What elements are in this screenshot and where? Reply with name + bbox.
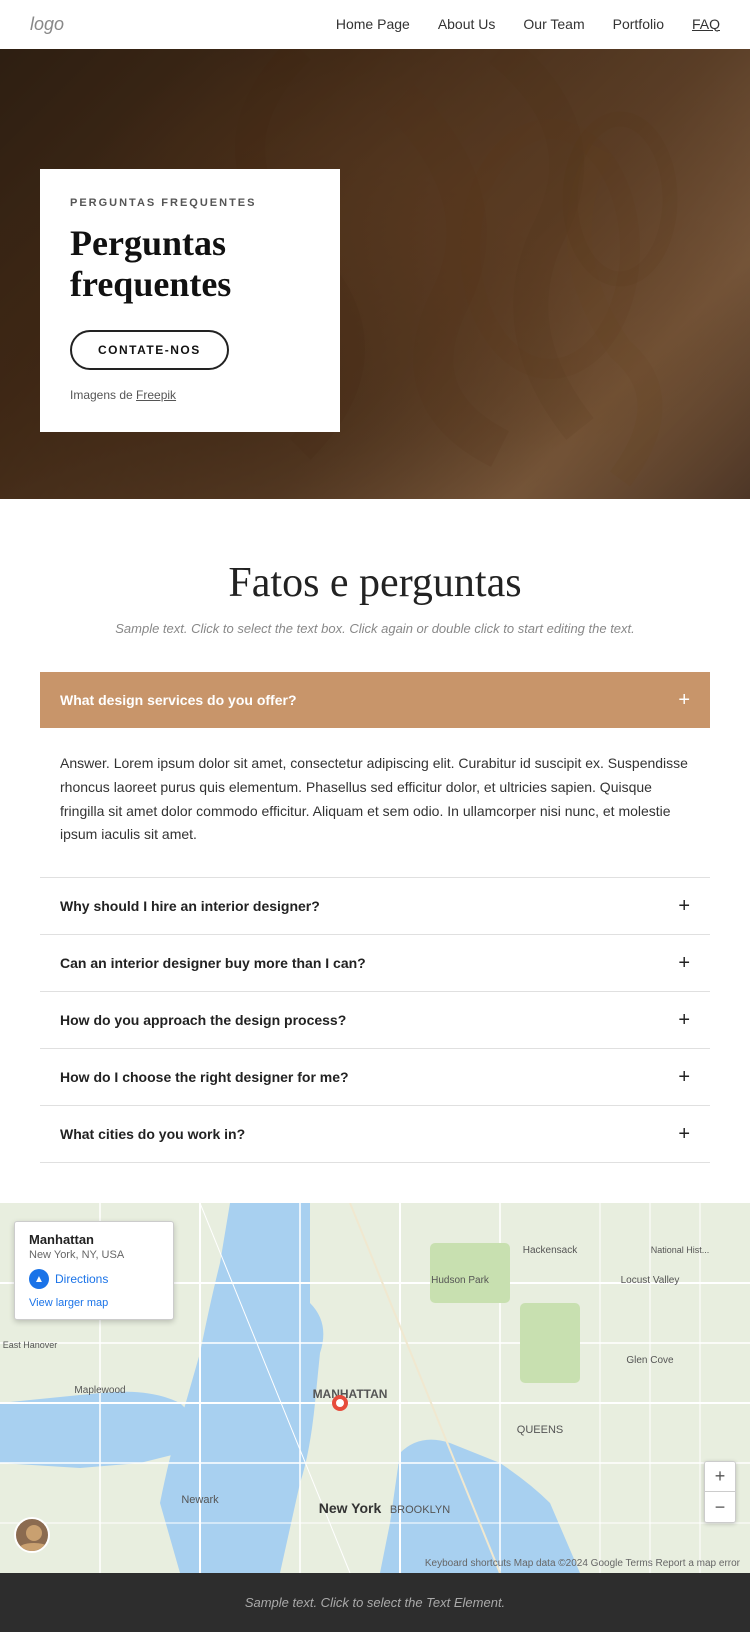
- street-view-avatar[interactable]: [14, 1517, 50, 1553]
- faq-question-5-text: How do I choose the right designer for m…: [60, 1069, 349, 1085]
- svg-text:Newark: Newark: [181, 1494, 219, 1506]
- nav-faq[interactable]: FAQ: [692, 16, 720, 32]
- contate-nos-button[interactable]: CONTATE-NOS: [70, 330, 229, 370]
- faq-item-4: How do you approach the design process? …: [40, 992, 710, 1049]
- hero-section: PERGUNTAS FREQUENTES Perguntas frequente…: [0, 49, 750, 499]
- faq-plus-5: +: [678, 1067, 690, 1087]
- map-popup: Manhattan New York, NY, USA ▲ Directions…: [14, 1221, 174, 1320]
- svg-text:QUEENS: QUEENS: [517, 1424, 563, 1436]
- faq-question-3-text: Can an interior designer buy more than I…: [60, 955, 366, 971]
- svg-text:MANHATTAN: MANHATTAN: [313, 1387, 388, 1401]
- nav-about[interactable]: About Us: [438, 16, 496, 32]
- place-sub: New York, NY, USA: [29, 1249, 159, 1261]
- faq-item-6: What cities do you work in? +: [40, 1106, 710, 1163]
- hero-subtitle: PERGUNTAS FREQUENTES: [70, 197, 310, 209]
- directions-icon: ▲: [29, 1269, 49, 1289]
- directions-label: Directions: [55, 1272, 108, 1286]
- nav-home[interactable]: Home Page: [336, 16, 410, 32]
- svg-text:New York: New York: [319, 1500, 382, 1516]
- faq-item-5: How do I choose the right designer for m…: [40, 1049, 710, 1106]
- zoom-in-button[interactable]: +: [705, 1462, 735, 1492]
- faq-question-4-text: How do you approach the design process?: [60, 1012, 346, 1028]
- faq-plus-1: +: [678, 690, 690, 710]
- hero-credit: Imagens de Freepik: [70, 388, 310, 402]
- freepik-link[interactable]: Freepik: [136, 388, 176, 402]
- faq-title: Fatos e perguntas: [30, 559, 720, 607]
- map-section: MANHATTAN Newark New York QUEENS BROOKLY…: [0, 1203, 750, 1573]
- logo: logo: [30, 14, 64, 35]
- faq-description: Sample text. Click to select the text bo…: [30, 621, 720, 636]
- faq-answer-1: Answer. Lorem ipsum dolor sit amet, cons…: [40, 728, 710, 877]
- map-credits: Keyboard shortcuts Map data ©2024 Google…: [425, 1558, 740, 1569]
- view-larger-link[interactable]: View larger map: [29, 1297, 108, 1309]
- nav-portfolio[interactable]: Portfolio: [613, 16, 664, 32]
- navigation: logo Home Page About Us Our Team Portfol…: [0, 0, 750, 49]
- svg-text:East Hanover: East Hanover: [3, 1340, 58, 1350]
- faq-item-2: Why should I hire an interior designer? …: [40, 878, 710, 935]
- faq-question-1-text: What design services do you offer?: [60, 692, 297, 708]
- directions-button[interactable]: ▲ Directions: [29, 1269, 159, 1289]
- faq-question-2[interactable]: Why should I hire an interior designer? …: [40, 878, 710, 934]
- zoom-out-button[interactable]: −: [705, 1492, 735, 1522]
- svg-text:Locust Valley: Locust Valley: [621, 1275, 680, 1286]
- nav-team[interactable]: Our Team: [523, 16, 584, 32]
- faq-question-6[interactable]: What cities do you work in? +: [40, 1106, 710, 1162]
- faq-plus-6: +: [678, 1124, 690, 1144]
- svg-text:Hackensack: Hackensack: [523, 1245, 578, 1256]
- faq-question-6-text: What cities do you work in?: [60, 1126, 245, 1142]
- map-zoom-controls: + −: [704, 1461, 736, 1523]
- faq-list: What design services do you offer? + Ans…: [40, 672, 710, 1163]
- footer-text: Sample text. Click to select the Text El…: [30, 1595, 720, 1610]
- svg-text:Glen Cove: Glen Cove: [626, 1355, 674, 1366]
- faq-section: Fatos e perguntas Sample text. Click to …: [0, 499, 750, 1203]
- place-name: Manhattan: [29, 1232, 159, 1247]
- faq-question-4[interactable]: How do you approach the design process? …: [40, 992, 710, 1048]
- faq-question-1[interactable]: What design services do you offer? +: [40, 672, 710, 728]
- hero-card: PERGUNTAS FREQUENTES Perguntas frequente…: [40, 169, 340, 432]
- faq-item-1: What design services do you offer? + Ans…: [40, 672, 710, 878]
- faq-plus-4: +: [678, 1010, 690, 1030]
- faq-question-3[interactable]: Can an interior designer buy more than I…: [40, 935, 710, 991]
- svg-text:Maplewood: Maplewood: [74, 1385, 125, 1396]
- footer: Sample text. Click to select the Text El…: [0, 1573, 750, 1632]
- faq-plus-2: +: [678, 896, 690, 916]
- svg-text:Hudson Park: Hudson Park: [431, 1275, 490, 1286]
- faq-plus-3: +: [678, 953, 690, 973]
- nav-links: Home Page About Us Our Team Portfolio FA…: [336, 16, 720, 34]
- svg-text:National Hist...: National Hist...: [651, 1245, 710, 1255]
- faq-question-2-text: Why should I hire an interior designer?: [60, 898, 320, 914]
- faq-question-5[interactable]: How do I choose the right designer for m…: [40, 1049, 710, 1105]
- faq-item-3: Can an interior designer buy more than I…: [40, 935, 710, 992]
- svg-text:BROOKLYN: BROOKLYN: [390, 1504, 450, 1516]
- hero-title: Perguntas frequentes: [70, 223, 310, 306]
